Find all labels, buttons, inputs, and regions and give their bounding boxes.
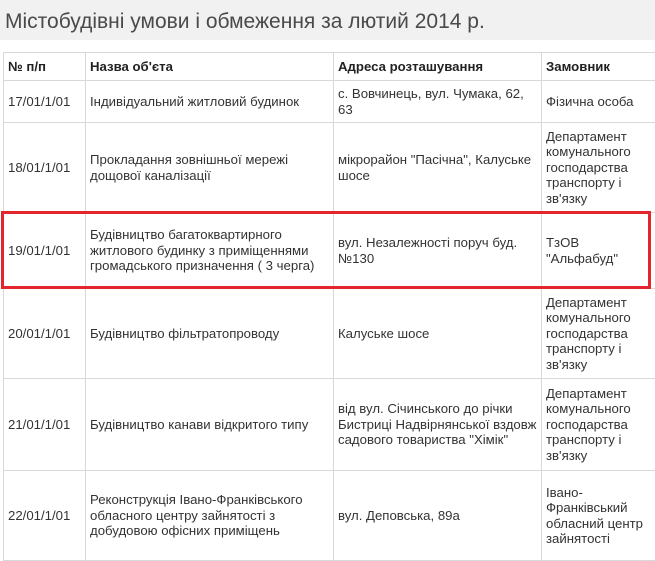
cell-number: 17/01/1/01: [4, 81, 86, 123]
cell-customer: Департамент комунального господарства тр…: [542, 289, 655, 379]
cell-address: мікрорайон "Пасічна", Калуське шосе: [334, 123, 542, 213]
cell-customer: Департамент комунального господарства тр…: [542, 123, 655, 213]
cell-number: 21/01/1/01: [4, 379, 86, 471]
table-row: 19/01/1/01 Будівництво багатоквартирного…: [4, 213, 655, 289]
cell-customer: Департамент комунального господарства тр…: [542, 379, 655, 471]
cell-address: с. Вовчинець, вул. Чумака, 62, 63: [334, 81, 542, 123]
header-address: Адреса розташування: [334, 53, 542, 81]
title-bar: Містобудівні умови і обмеження за лютий …: [0, 0, 655, 40]
cell-name: Будівництво багатоквартирного житлового …: [86, 213, 334, 289]
table-row: 20/01/1/01 Будівництво фільтратопроводу …: [4, 289, 655, 379]
cell-name: Реконструкція Івано-Франківського обласн…: [86, 471, 334, 561]
cell-number: 18/01/1/01: [4, 123, 86, 213]
cell-number: 19/01/1/01: [4, 213, 86, 289]
cell-address: Калуське шосе: [334, 289, 542, 379]
header-name: Назва об'єта: [86, 53, 334, 81]
cell-address: вул. Незалежності поруч буд. №130: [334, 213, 542, 289]
table-header-row: № п/п Назва об'єта Адреса розташування З…: [4, 53, 655, 81]
cell-name: Будівництво фільтратопроводу: [86, 289, 334, 379]
cell-number: 20/01/1/01: [4, 289, 86, 379]
table-row: 22/01/1/01 Реконструкція Івано-Франківсь…: [4, 471, 655, 561]
header-customer: Замовник: [542, 53, 655, 81]
page-title: Містобудівні умови і обмеження за лютий …: [5, 10, 485, 33]
cell-customer: Фізична особа: [542, 81, 655, 123]
cell-name: Будівництво канави відкритого типу: [86, 379, 334, 471]
table-row: 18/01/1/01 Прокладання зовнішньої мережі…: [4, 123, 655, 213]
cell-number: 22/01/1/01: [4, 471, 86, 561]
header-number: № п/п: [4, 53, 86, 81]
table-row: 21/01/1/01 Будівництво канави відкритого…: [4, 379, 655, 471]
cell-customer: Івано-Франківський обласний центр зайнят…: [542, 471, 655, 561]
cell-customer: ТзОВ "Альфабуд": [542, 213, 655, 289]
permits-table: № п/п Назва об'єта Адреса розташування З…: [3, 52, 655, 561]
cell-address: від вул. Січинського до річки Бистриці Н…: [334, 379, 542, 471]
cell-name: Індивідуальний житловий будинок: [86, 81, 334, 123]
cell-name: Прокладання зовнішньої мережі дощової ка…: [86, 123, 334, 213]
cell-address: вул. Деповська, 89а: [334, 471, 542, 561]
table-row: 17/01/1/01 Індивідуальний житловий будин…: [4, 81, 655, 123]
